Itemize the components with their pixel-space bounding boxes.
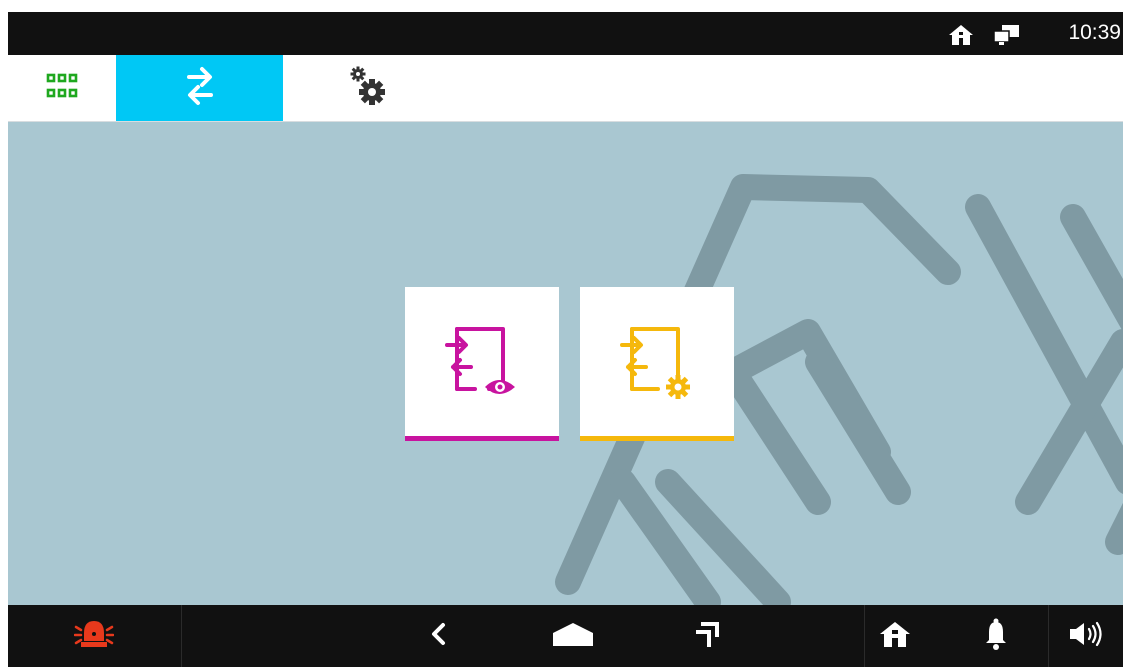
home-icon (879, 620, 911, 653)
volume-button[interactable] (1049, 605, 1123, 667)
alarm-icon (73, 617, 115, 656)
back-button[interactable] (408, 605, 468, 667)
tab-bar (8, 55, 1123, 122)
bottom-bar (8, 605, 1123, 667)
status-clock: 10:39 (1068, 21, 1121, 44)
recents-icon (695, 621, 721, 652)
bell-icon (984, 618, 1008, 655)
bell-button[interactable] (966, 605, 1026, 667)
eye-icon (485, 380, 515, 394)
tab-apps[interactable] (8, 55, 116, 121)
recents-button[interactable] (678, 605, 738, 667)
transfer-arrows-icon (185, 66, 215, 111)
divider (181, 605, 182, 667)
home-nav-icon (551, 621, 595, 652)
tab-settings[interactable] (323, 55, 413, 121)
tile-accent-bar (580, 436, 734, 441)
main-area (8, 122, 1123, 605)
grid-icon (46, 73, 78, 104)
tile-accent-bar (405, 436, 559, 441)
gear-icon (666, 375, 690, 399)
alarm-button[interactable] (8, 605, 180, 667)
tab-transfer[interactable] (116, 55, 283, 121)
gears-icon (346, 64, 390, 113)
home-icon (948, 24, 974, 51)
volume-icon (1068, 621, 1104, 652)
home-button[interactable] (865, 605, 925, 667)
status-bar: 10:39 (8, 12, 1123, 55)
wrench-background-art (555, 174, 1123, 605)
tile-transfer-view[interactable] (405, 287, 559, 441)
home-nav-button[interactable] (538, 605, 608, 667)
tile-transfer-settings[interactable] (580, 287, 734, 441)
back-icon (429, 622, 447, 651)
network-icon (993, 24, 1021, 51)
